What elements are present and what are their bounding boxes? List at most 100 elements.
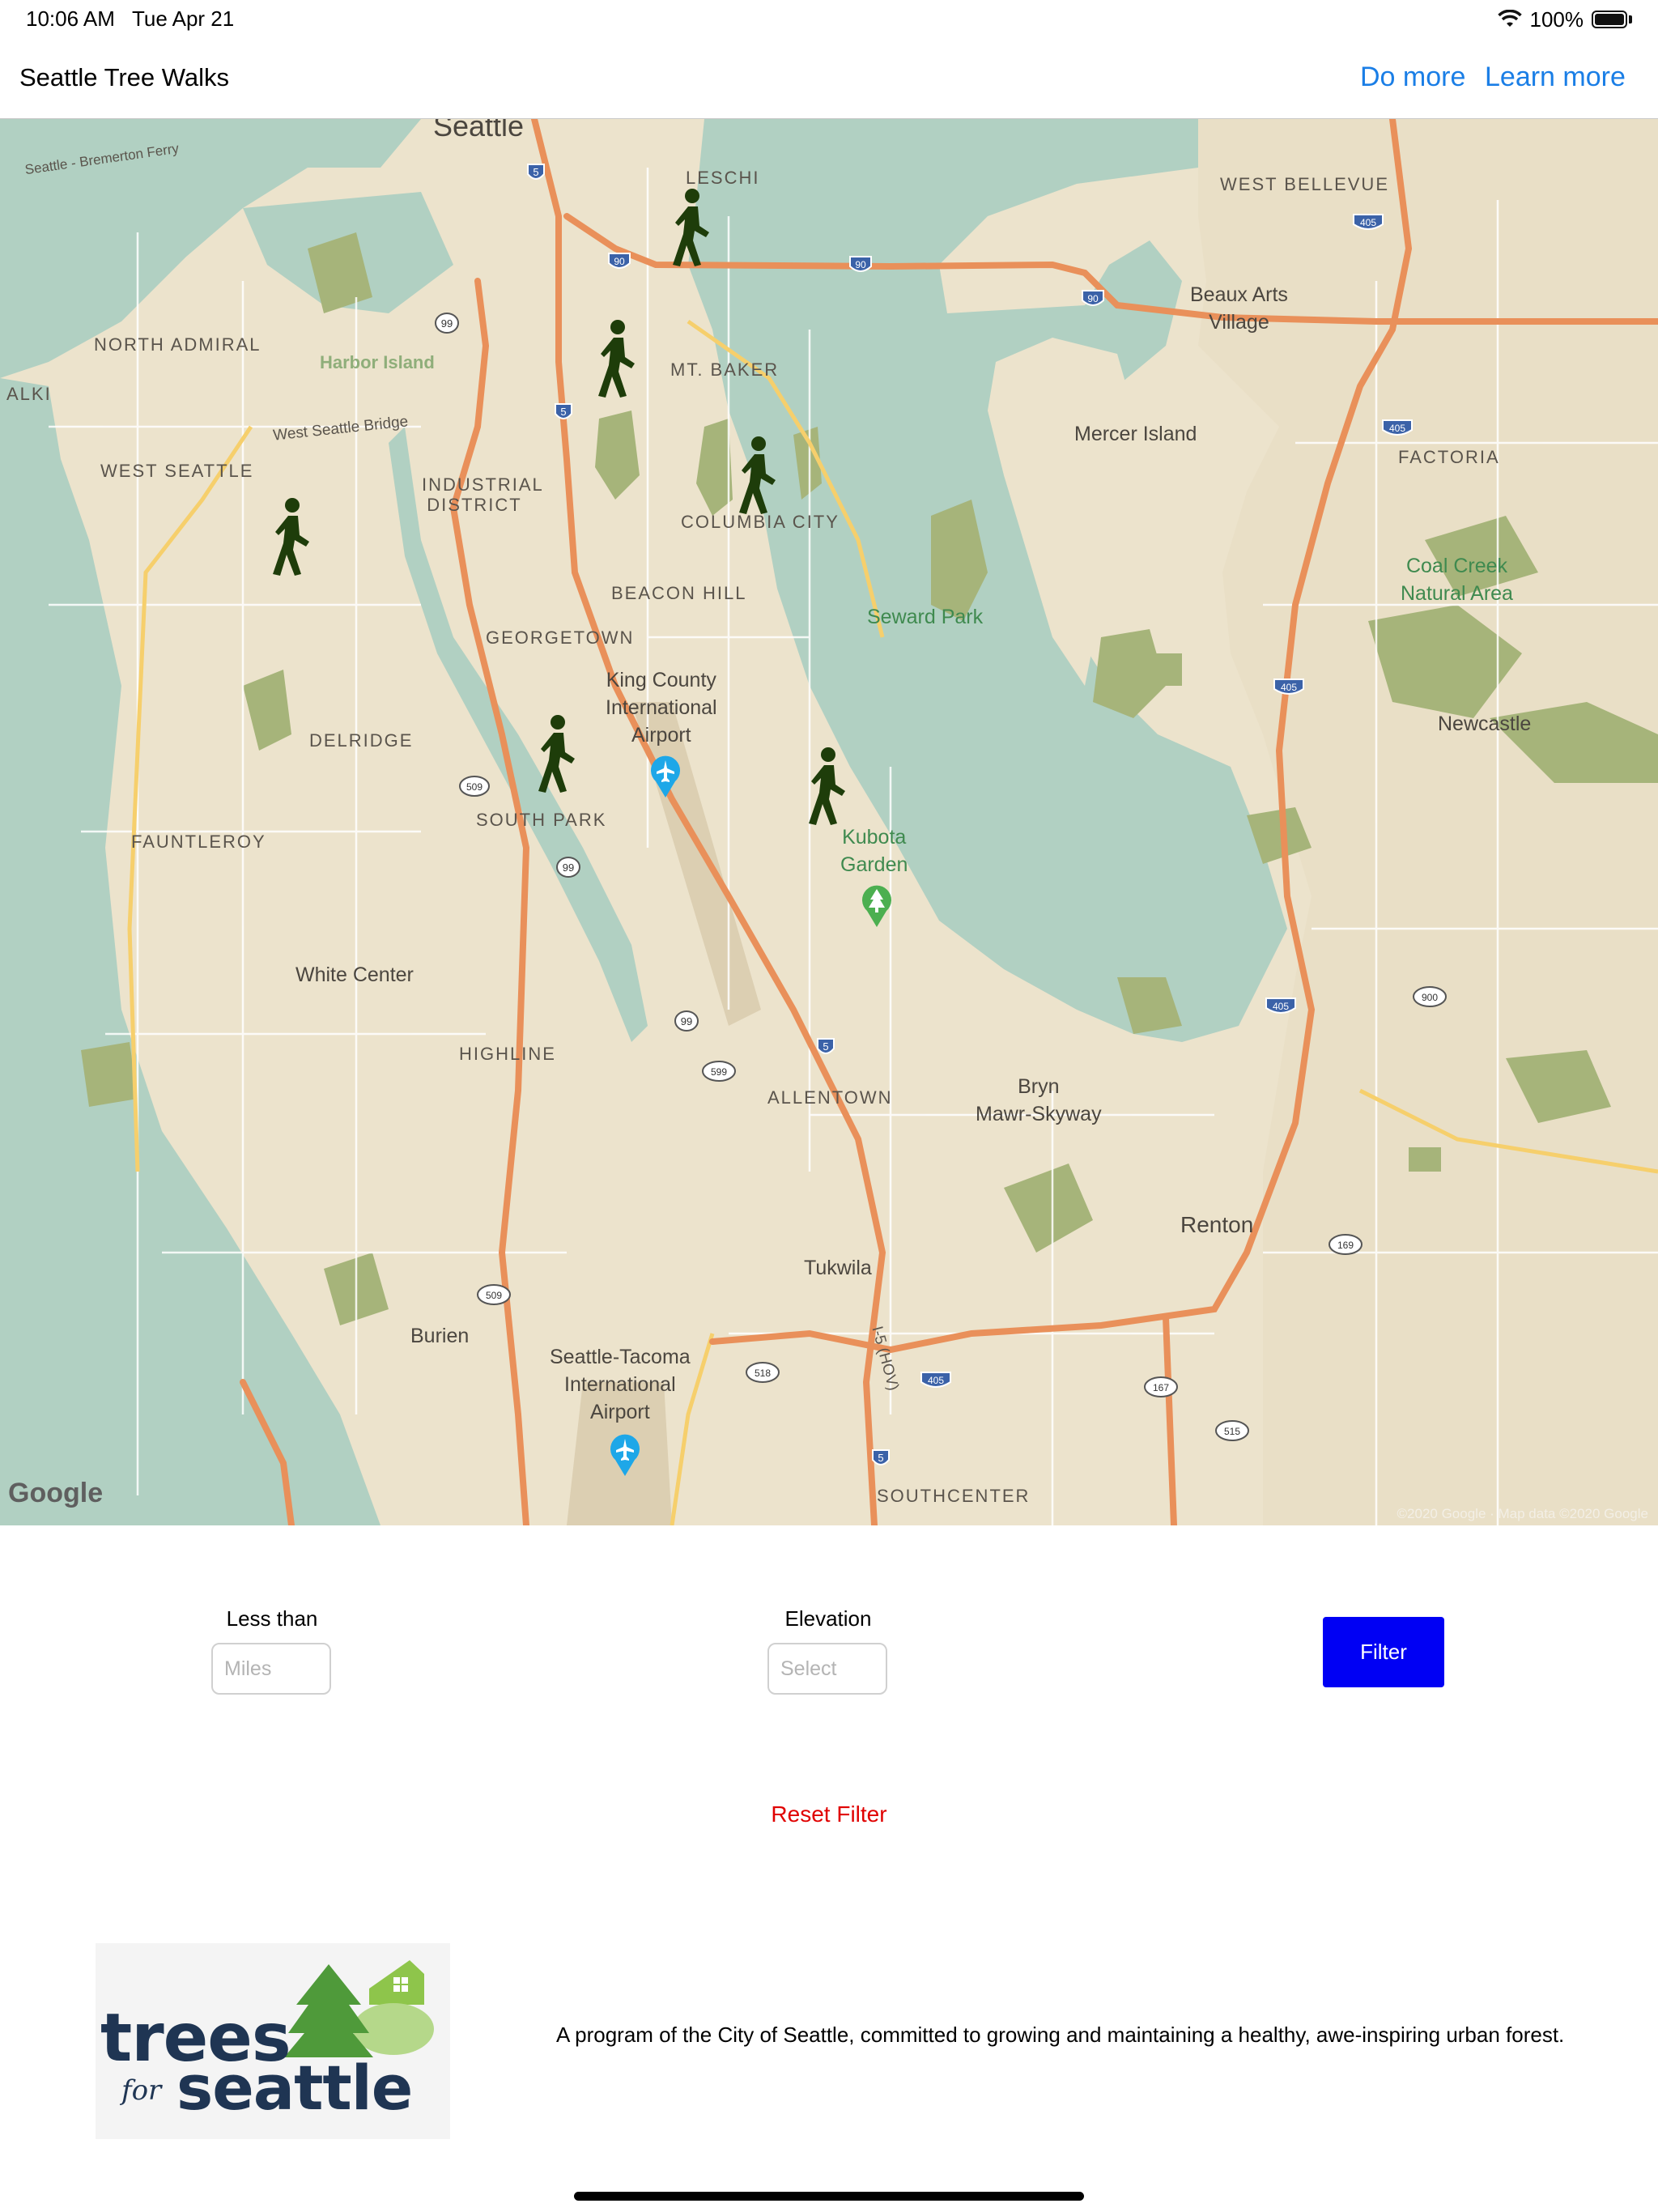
route-shield-509: 509 [459, 776, 490, 797]
program-tagline: A program of the City of Seattle, commit… [556, 2023, 1565, 2047]
route-shield-5: 5 [555, 403, 572, 419]
route-shield-label: 167 [1153, 1382, 1169, 1393]
map-label-newcastle: Newcastle [1438, 713, 1532, 735]
route-shield-label: 900 [1422, 992, 1438, 1003]
map-label-industrial-district: INDUSTRIAL DISTRICT [422, 474, 544, 515]
route-shield-label: 518 [755, 1368, 771, 1379]
map-label-bryn-line2: Mawr-Skyway [976, 1103, 1102, 1125]
map-label-seatac-line1: Seattle-Tacoma [550, 1346, 691, 1368]
route-shield-599: 599 [702, 1061, 736, 1082]
reset-filter-button[interactable]: Reset Filter [0, 1802, 1658, 1827]
map-label-seward-park: Seward Park [867, 606, 984, 628]
walk-marker-leschi-icon[interactable] [665, 187, 716, 268]
learn-more-button[interactable]: Learn more [1485, 62, 1626, 93]
walk-marker-west-seattle-icon[interactable] [266, 496, 316, 577]
route-shield-label: 90 [855, 259, 866, 270]
map-label-bryn-line1: Bryn [1018, 1075, 1060, 1098]
route-shield-label: 599 [711, 1066, 727, 1078]
route-shield-label: 99 [563, 861, 574, 874]
route-shield-99: 99 [435, 313, 459, 334]
map-label-white-center: White Center [295, 963, 414, 986]
route-shield-5: 5 [817, 1038, 835, 1054]
route-shield-label: 405 [1389, 423, 1405, 434]
map-label-tukwila: Tukwila [804, 1257, 872, 1279]
map-label-seatac-airport: Seattle-Tacoma International Airport [550, 1343, 691, 1426]
map-label-west-seattle: WEST SEATTLE [100, 461, 254, 481]
map-label-beaux-arts-line1: Beaux Arts [1190, 283, 1288, 306]
miles-input[interactable]: Miles [211, 1643, 331, 1695]
route-shield-405: 405 [1382, 419, 1413, 436]
airport-pin-icon[interactable] [649, 754, 682, 799]
elevation-select[interactable]: Select [767, 1643, 887, 1695]
trees-for-seattle-logo: trees for seattle [96, 1943, 450, 2139]
map-label-allentown: ALLENTOWN [767, 1087, 893, 1108]
map-label-kubota-line2: Garden [840, 853, 908, 876]
home-indicator[interactable] [574, 2192, 1084, 2201]
map-label-kubota-line1: Kubota [842, 826, 907, 849]
route-shield-label: 405 [1281, 682, 1297, 693]
map-label-west-bellevue: WEST BELLEVUE [1220, 174, 1389, 194]
route-shield-90: 90 [608, 253, 631, 269]
map-label-kc-airport: King County International Airport [606, 666, 717, 749]
map-label-coal-creek-line1: Coal Creek [1405, 555, 1508, 577]
route-shield-label: 509 [466, 781, 483, 793]
route-shield-405: 405 [1265, 998, 1296, 1014]
map-label-kubota: Kubota Garden [840, 823, 908, 878]
battery-tip [1629, 15, 1632, 23]
logo-seattle-text: seattle [176, 2052, 413, 2124]
map-label-coal-creek: Coal Creek Natural Area [1401, 552, 1513, 607]
route-shield-99: 99 [556, 857, 580, 878]
route-shield-label: 99 [681, 1015, 692, 1027]
park-pin-icon[interactable] [861, 883, 893, 929]
map-attribution[interactable]: ©2020 Google · Map data ©2020 Google [1397, 1506, 1648, 1522]
battery-percent: 100% [1529, 6, 1584, 32]
map-label-bryn-mawr: Bryn Mawr-Skyway [976, 1073, 1102, 1128]
walk-marker-south-park-icon[interactable] [531, 713, 581, 794]
airport-pin-icon[interactable] [609, 1432, 641, 1478]
wifi-icon [1497, 10, 1522, 27]
page-title: Seattle Tree Walks [19, 63, 230, 91]
map-label-factoria: FACTORIA [1398, 447, 1500, 467]
map-label-south-park: SOUTH PARK [476, 810, 607, 830]
filter-button[interactable]: Filter [1323, 1617, 1444, 1687]
route-shield-518: 518 [746, 1362, 780, 1383]
map-label-southcenter: SOUTHCENTER [877, 1486, 1031, 1506]
route-shield-90: 90 [849, 256, 872, 272]
map-label-fauntleroy: FAUNTLEROY [131, 832, 266, 852]
distance-label: Less than [226, 1606, 318, 1631]
map-label-leschi: LESCHI [686, 168, 760, 188]
map-label-kc-airport-line1: King County [606, 669, 716, 691]
walk-marker-mt-baker-icon[interactable] [591, 318, 641, 399]
walk-marker-kubota-icon[interactable] [801, 746, 852, 827]
map-label-highline: HIGHLINE [459, 1044, 556, 1064]
map-label-beacon-hill: BEACON HILL [611, 583, 747, 603]
route-shield-label: 405 [928, 1375, 944, 1386]
map-label-seatac-line3: Airport [590, 1401, 650, 1423]
nav-bar: Seattle Tree Walks Do more Learn more [0, 39, 1658, 119]
route-shield-900: 900 [1413, 986, 1447, 1007]
google-logo: Google [8, 1478, 104, 1508]
route-shield-509: 509 [477, 1284, 511, 1305]
walk-marker-columbia-city-icon[interactable] [732, 435, 782, 516]
status-time: 10:06 AM [26, 6, 115, 31]
map-label-kc-airport-line2: International [606, 696, 717, 719]
map-label-burien: Burien [410, 1325, 470, 1347]
route-shield-label: 5 [878, 1452, 883, 1464]
map-label-mt-baker: MT. BAKER [670, 359, 780, 380]
map-label-mercer-island: Mercer Island [1074, 423, 1197, 445]
map-label-seatac-line2: International [564, 1373, 676, 1396]
map-label-beaux-arts: Beaux Arts Village [1190, 281, 1288, 336]
route-shield-405: 405 [1353, 214, 1384, 230]
route-shield-label: 90 [1087, 293, 1099, 304]
route-shield-label: 509 [486, 1290, 502, 1301]
route-shield-167: 167 [1144, 1376, 1178, 1397]
map-view[interactable]: Seattle Seattle - Bremerton Ferry Harbor… [0, 119, 1658, 1525]
map-label-coal-creek-line2: Natural Area [1401, 582, 1513, 605]
elevation-label: Elevation [784, 1606, 872, 1631]
map-label-delridge: DELRIDGE [309, 730, 414, 751]
route-shield-label: 99 [441, 317, 453, 330]
route-shield-label: 5 [560, 406, 566, 418]
map-label-georgetown: GEORGETOWN [486, 627, 635, 648]
do-more-button[interactable]: Do more [1360, 62, 1465, 93]
route-shield-label: 90 [614, 256, 625, 267]
